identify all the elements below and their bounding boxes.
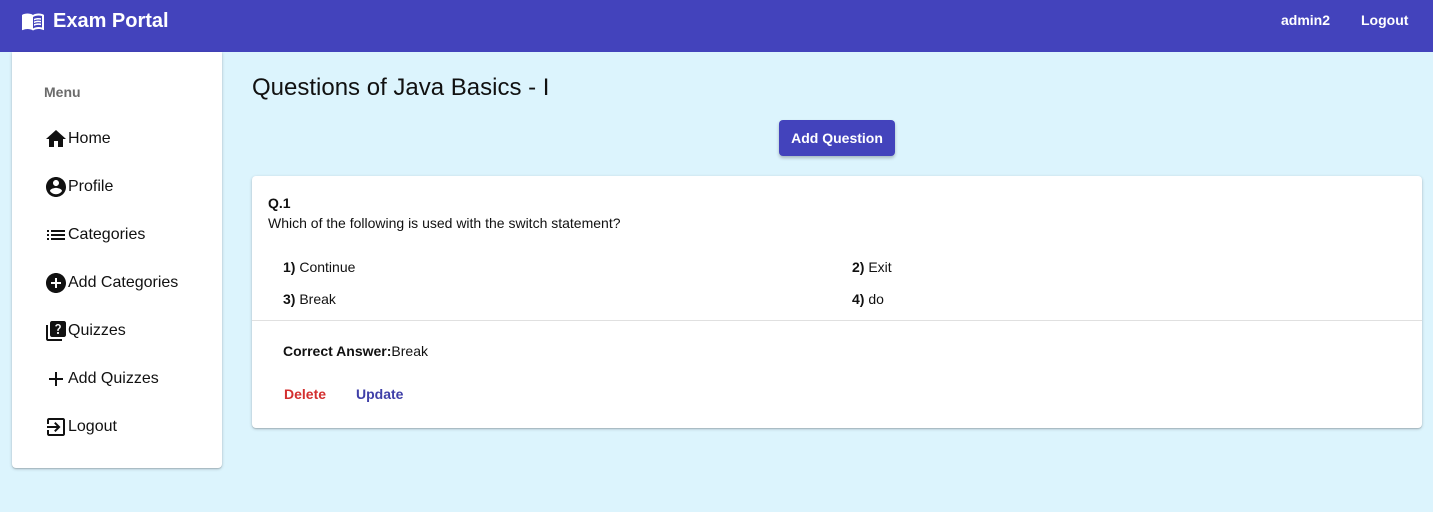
brand-title: Exam Portal [53,9,169,32]
option-2: 2) Exit [852,259,892,275]
plus-icon [49,372,63,386]
account-circle-icon [46,177,66,197]
correct-answer-label: Correct Answer: [283,343,392,359]
delete-question-button[interactable]: Delete [284,382,326,406]
option-4: 4) do [852,291,884,307]
quiz-icon [46,321,66,341]
sidebar-item-categories[interactable]: Categories [44,219,214,251]
card-divider [252,320,1422,321]
option-number: 1) [283,259,296,275]
sidebar-item-label: Quizzes [68,322,126,339]
sidebar-item-add-categories[interactable]: Add Categories [44,267,214,299]
correct-answer-value: Break [391,343,428,359]
option-1: 1) Continue [283,259,355,275]
add-question-button[interactable]: Add Question [779,120,895,156]
sidebar-item-logout[interactable]: Logout [44,411,214,443]
sidebar-item-label: Logout [68,418,117,435]
top-navbar: Exam Portal admin2 Logout [0,0,1433,52]
nav-user-link[interactable]: admin2 [1281,12,1330,28]
question-card: Q.1 Which of the following is used with … [252,176,1422,428]
home-icon [46,130,66,147]
option-number: 2) [852,259,865,275]
sidebar-item-label: Home [68,130,111,147]
sidebar-item-quizzes[interactable]: Quizzes [44,315,214,347]
question-number: Q.1 [268,195,291,211]
nav-logout-link[interactable]: Logout [1361,12,1408,28]
option-number: 3) [283,291,296,307]
sidebar-item-label: Add Categories [68,274,179,291]
question-text: Which of the following is used with the … [268,215,621,231]
sidebar-item-add-quizzes[interactable]: Add Quizzes [44,363,214,395]
option-text: do [868,291,884,307]
menu-header: Menu [44,84,81,100]
update-question-button[interactable]: Update [356,382,403,406]
open-book-icon [22,13,44,31]
logout-icon [47,418,65,436]
option-text: Break [299,291,336,307]
correct-answer: Correct Answer:Break [283,343,428,359]
sidebar-item-label: Add Quizzes [68,370,159,387]
sidebar: Menu Home Profile Categories Add Categor… [12,52,222,468]
add-circle-icon [46,273,66,293]
sidebar-item-label: Profile [68,178,114,195]
list-icon [47,230,65,240]
option-number: 4) [852,291,865,307]
sidebar-item-home[interactable]: Home [44,123,214,155]
option-text: Continue [299,259,356,275]
page-title: Questions of Java Basics - I [252,74,550,101]
sidebar-item-profile[interactable]: Profile [44,171,214,203]
brand[interactable]: Exam Portal [21,9,169,33]
sidebar-item-label: Categories [68,226,146,243]
option-text: Exit [868,259,892,275]
option-3: 3) Break [283,291,336,307]
